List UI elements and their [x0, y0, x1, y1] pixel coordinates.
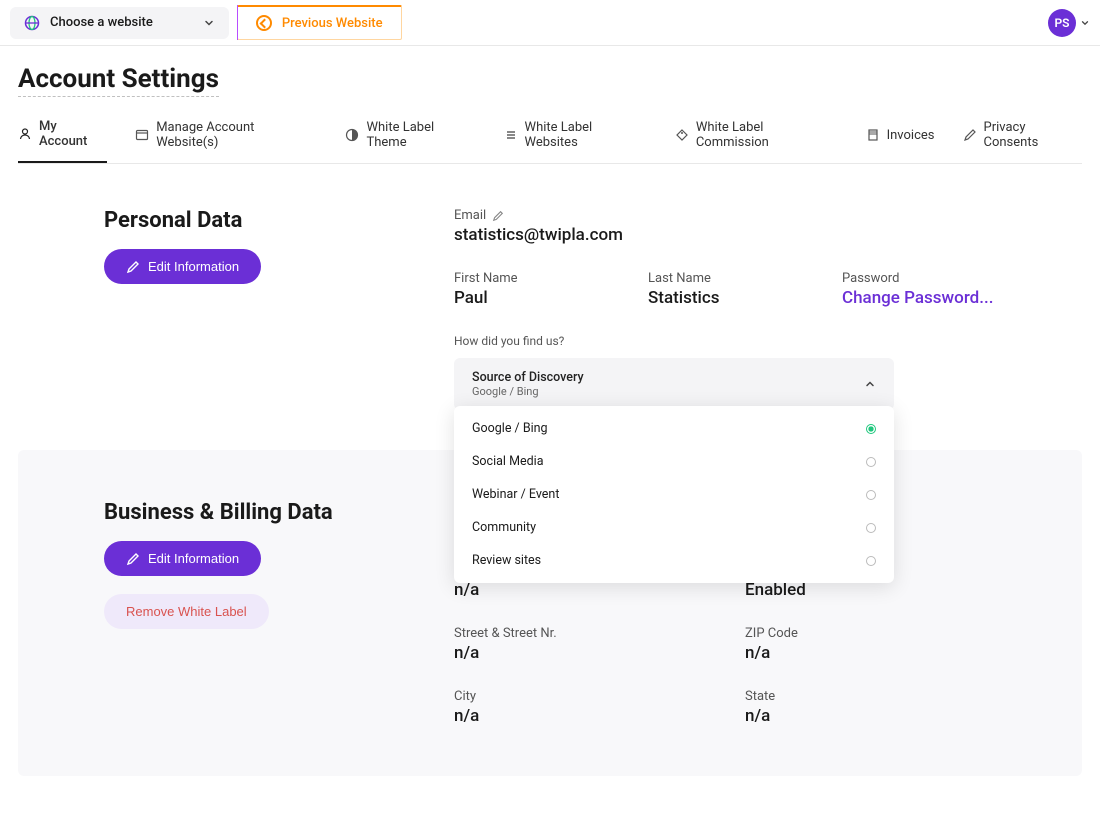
tab-label: White Label Theme — [366, 120, 475, 150]
edit-icon — [963, 128, 977, 142]
radio-icon — [866, 490, 876, 500]
option-review-sites[interactable]: Review sites — [454, 544, 894, 577]
zip-value: n/a — [745, 643, 996, 663]
tab-my-account[interactable]: My Account — [18, 119, 107, 163]
personal-data-title: Personal Data — [104, 208, 334, 233]
city-value: n/a — [454, 706, 705, 726]
source-dropdown: Google / Bing Social Media Webinar / Eve… — [454, 406, 894, 583]
avatar: PS — [1048, 9, 1076, 37]
street-label: Street & Street Nr. — [454, 626, 705, 641]
edit-billing-label: Edit Information — [148, 551, 239, 566]
page-title: Account Settings — [18, 64, 219, 97]
state-value: n/a — [745, 706, 996, 726]
tab-label: Invoices — [887, 128, 935, 143]
email-label: Email — [454, 208, 486, 223]
vat-value: n/a — [454, 580, 705, 600]
source-discovery-select[interactable]: Source of Discovery Google / Bing — [454, 358, 894, 410]
tab-wl-websites[interactable]: White Label Websites — [504, 119, 647, 163]
tab-label: Manage Account Website(s) — [156, 120, 317, 150]
street-value: n/a — [454, 643, 705, 663]
chevron-down-icon — [1080, 18, 1090, 28]
billing-title: Business & Billing Data — [104, 500, 334, 525]
tab-label: My Account — [39, 119, 107, 149]
option-webinar-event[interactable]: Webinar / Event — [454, 478, 894, 511]
find-us-label: How did you find us? — [454, 334, 996, 348]
first-name-label: First Name — [454, 271, 608, 286]
city-label: City — [454, 689, 705, 704]
tab-label: White Label Websites — [525, 120, 647, 150]
browser-icon — [135, 128, 149, 142]
email-value: statistics@twipla.com — [454, 225, 996, 245]
user-menu[interactable]: PS — [1048, 9, 1090, 37]
radio-icon — [866, 523, 876, 533]
radio-icon — [866, 457, 876, 467]
password-label: Password — [842, 271, 996, 286]
choose-website-dropdown[interactable]: Choose a website — [10, 7, 229, 39]
theme-icon — [345, 128, 359, 142]
choose-website-label: Choose a website — [50, 15, 153, 30]
tab-manage-websites[interactable]: Manage Account Website(s) — [135, 119, 317, 163]
pencil-icon — [126, 260, 140, 274]
change-password-link[interactable]: Change Password... — [842, 288, 996, 308]
radio-selected-icon — [866, 424, 876, 434]
radio-icon — [866, 556, 876, 566]
tab-label: Privacy Consents — [984, 120, 1082, 150]
zip-label: ZIP Code — [745, 626, 996, 641]
tab-privacy-consents[interactable]: Privacy Consents — [963, 119, 1082, 163]
tab-invoices[interactable]: Invoices — [866, 119, 935, 163]
first-name-value: Paul — [454, 288, 608, 308]
state-label: State — [745, 689, 996, 704]
back-arrow-icon — [256, 15, 272, 31]
chevron-down-icon — [203, 17, 215, 29]
chevron-up-icon — [864, 378, 876, 390]
remove-white-label-text: Remove White Label — [126, 604, 247, 619]
option-google-bing[interactable]: Google / Bing — [454, 412, 894, 445]
pencil-icon — [126, 552, 140, 566]
tab-wl-commission[interactable]: White Label Commission — [675, 119, 838, 163]
last-name-value: Statistics — [648, 288, 802, 308]
wl-account-value: Enabled — [745, 580, 996, 600]
edit-billing-button[interactable]: Edit Information — [104, 541, 261, 576]
user-icon — [18, 127, 32, 141]
edit-personal-label: Edit Information — [148, 259, 239, 274]
source-value: Google / Bing — [472, 385, 584, 398]
invoice-icon — [866, 128, 880, 142]
globe-icon — [24, 15, 40, 31]
previous-website-label: Previous Website — [282, 16, 383, 31]
tag-icon — [675, 128, 689, 142]
list-icon — [504, 128, 518, 142]
source-title: Source of Discovery — [472, 370, 584, 385]
edit-personal-button[interactable]: Edit Information — [104, 249, 261, 284]
previous-website-button[interactable]: Previous Website — [237, 5, 402, 40]
last-name-label: Last Name — [648, 271, 802, 286]
tab-label: White Label Commission — [696, 120, 838, 150]
option-social-media[interactable]: Social Media — [454, 445, 894, 478]
remove-white-label-button[interactable]: Remove White Label — [104, 594, 269, 629]
option-community[interactable]: Community — [454, 511, 894, 544]
settings-tabs: My Account Manage Account Website(s) Whi… — [18, 119, 1082, 164]
tab-wl-theme[interactable]: White Label Theme — [345, 119, 475, 163]
pencil-icon[interactable] — [492, 210, 504, 222]
